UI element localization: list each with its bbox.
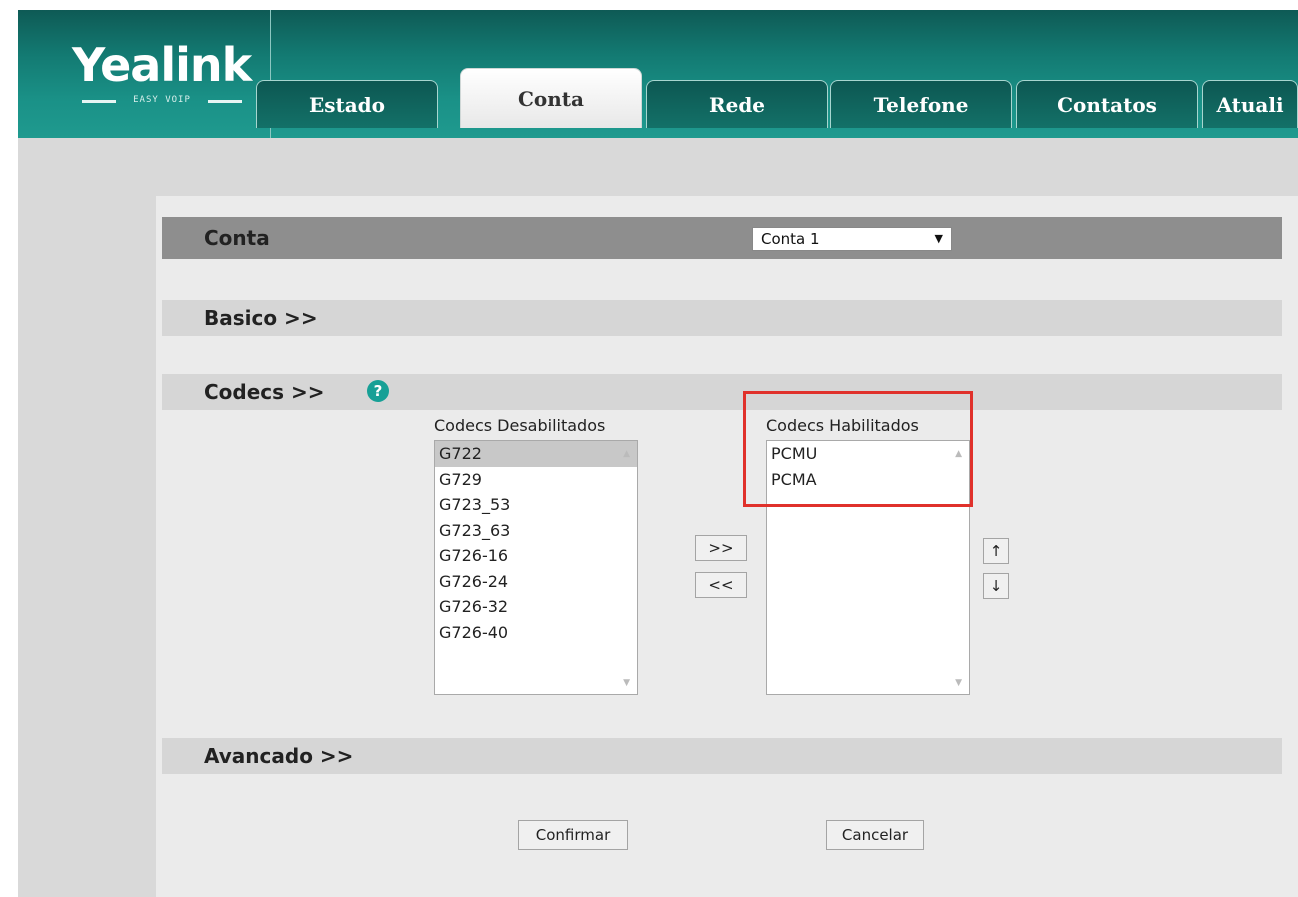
cancel-button[interactable]: Cancelar bbox=[826, 820, 924, 850]
codecs-section-label: Codecs >> bbox=[204, 380, 325, 404]
codec-option[interactable]: G726-16 bbox=[435, 543, 637, 569]
remove-codec-button[interactable]: << bbox=[695, 572, 747, 598]
account-select-value: Conta 1 bbox=[761, 230, 820, 248]
sub-menu-bar bbox=[18, 138, 1298, 196]
dropdown-arrow-icon: ▼ bbox=[934, 232, 943, 245]
logo-text: Yealink bbox=[72, 38, 252, 92]
tab-telefone[interactable]: Telefone bbox=[830, 80, 1012, 128]
advanced-section-header[interactable]: Avancado >> bbox=[162, 738, 1282, 774]
tab-conta[interactable]: Conta bbox=[460, 68, 642, 128]
help-icon[interactable]: ? bbox=[367, 380, 389, 402]
logo: Yealink EASY VOIP bbox=[34, 10, 271, 138]
basic-section-label: Basico >> bbox=[204, 306, 318, 330]
scroll-down-icon[interactable]: ▼ bbox=[623, 678, 630, 688]
move-up-button[interactable]: ↑ bbox=[983, 538, 1009, 564]
codecs-section-header[interactable]: Codecs >> bbox=[162, 374, 1282, 410]
account-select[interactable]: Conta 1 ▼ bbox=[752, 227, 952, 251]
add-codec-button[interactable]: >> bbox=[695, 535, 747, 561]
confirm-button[interactable]: Confirmar bbox=[518, 820, 628, 850]
codec-option[interactable]: G726-32 bbox=[435, 594, 637, 620]
account-bar: Conta bbox=[162, 217, 1282, 259]
tab-rede[interactable]: Rede bbox=[646, 80, 828, 128]
codec-option[interactable]: G722 bbox=[435, 441, 637, 467]
tab-atuali[interactable]: Atuali bbox=[1202, 80, 1298, 128]
scroll-down-icon[interactable]: ▼ bbox=[955, 678, 962, 688]
left-column bbox=[18, 196, 156, 897]
disabled-codecs-label: Codecs Desabilitados bbox=[434, 416, 606, 435]
codec-option[interactable]: G729 bbox=[435, 467, 637, 493]
logo-tagline: EASY VOIP bbox=[82, 95, 242, 107]
scroll-up-icon[interactable]: ▲ bbox=[623, 449, 630, 459]
tab-estado[interactable]: Estado bbox=[256, 80, 438, 128]
disabled-codecs-list[interactable]: G722 G729 G723_53 G723_63 G726-16 G726-24 G726… bbox=[434, 440, 638, 695]
move-down-button[interactable]: ↓ bbox=[983, 573, 1009, 599]
codec-option[interactable]: G723_63 bbox=[435, 518, 637, 544]
account-label: Conta bbox=[204, 226, 270, 250]
codec-option[interactable]: G726-24 bbox=[435, 569, 637, 595]
highlight-box bbox=[743, 391, 973, 507]
advanced-section-label: Avancado >> bbox=[204, 744, 354, 768]
codec-option[interactable]: G723_53 bbox=[435, 492, 637, 518]
tab-contatos[interactable]: Contatos bbox=[1016, 80, 1198, 128]
codec-option[interactable]: G726-40 bbox=[435, 620, 637, 646]
basic-section-header[interactable]: Basico >> bbox=[162, 300, 1282, 336]
